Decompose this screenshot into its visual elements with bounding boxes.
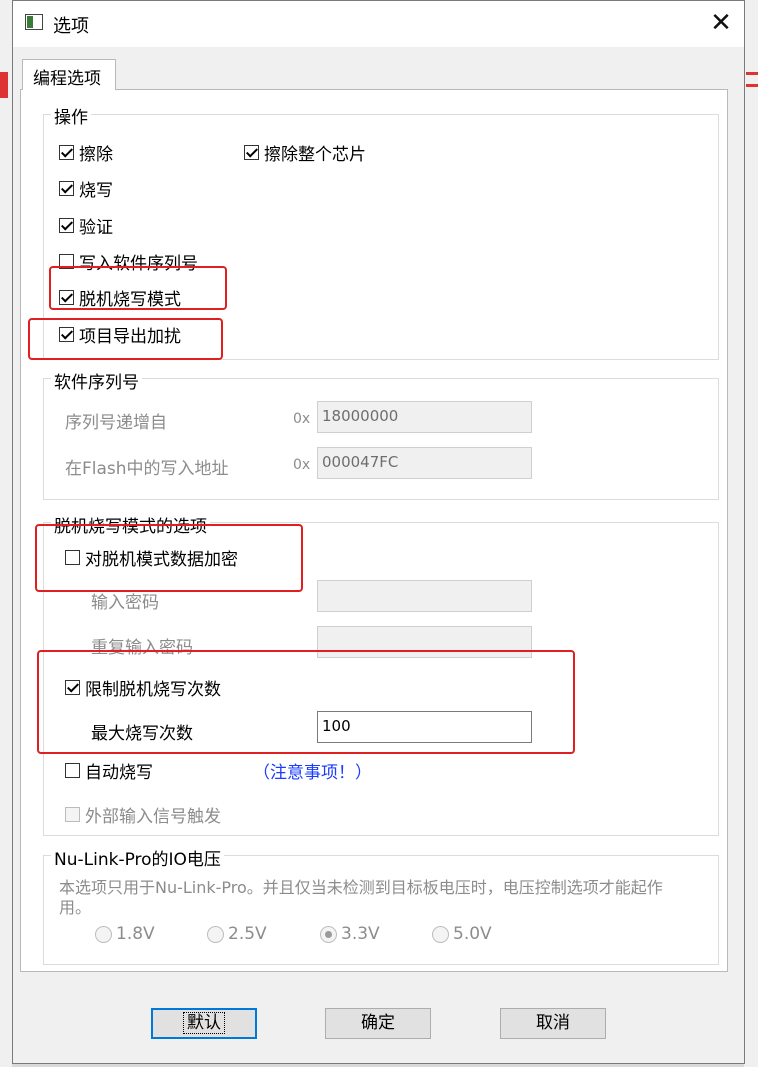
options-dialog: 选项 ✕ 编程选项 操作 擦除 擦除整个芯片 烧写 验证 写入软件序列号 脱机烧… [12,0,745,1064]
background-accent [746,72,758,75]
voltage-legend: Nu-Link-Pro的IO电压 [51,845,224,870]
auto-program-check-box[interactable] [65,763,80,778]
program-checkbox[interactable]: 烧写 [59,176,113,201]
radio-circle[interactable] [432,925,449,943]
voltage-description: 本选项只用于Nu-Link-Pro。并且仅当未检测到目标板电压时，电压控制选项才… [59,878,663,917]
serial-address-label: 在Flash中的写入地址 [65,459,229,479]
cancel-button[interactable]: 取消 [500,1008,606,1039]
radio-circle[interactable] [207,925,224,943]
voltage-radio-3v3[interactable]: 3.3V [320,924,380,944]
program-check-box[interactable] [59,181,74,196]
serial-increment-prefix: 0x [293,411,311,427]
highlight-offline-encrypt [35,524,303,592]
verify-checkbox[interactable]: 验证 [59,213,113,238]
background-accent [0,72,8,98]
erase-checkbox[interactable]: 擦除 [59,140,113,165]
voltage-radio-2v5[interactable]: 2.5V [207,924,267,944]
voltage-radio-1v8[interactable]: 1.8V [95,924,155,944]
title-bar: 选项 ✕ [13,1,744,47]
tab-panel: 操作 擦除 擦除整个芯片 烧写 验证 写入软件序列号 脱机烧写模式 项目导出加扰 [20,89,728,972]
highlight-limit-count [37,650,575,754]
default-button[interactable]: 默认 [151,1008,257,1039]
serial-increment-label: 序列号递增自 [65,413,167,433]
window-title: 选项 [53,16,89,37]
erase-check-box[interactable] [59,145,74,160]
voltage-radio-5v0[interactable]: 5.0V [432,924,492,944]
close-icon: ✕ [710,8,732,38]
radio-circle-selected[interactable] [320,925,337,943]
background-accent [746,84,758,87]
serial-group [43,378,719,500]
serial-increment-input[interactable]: 18000000 [317,401,532,433]
app-icon [25,14,43,30]
highlight-offline-mode [49,266,227,310]
close-button[interactable]: ✕ [698,1,744,47]
serial-address-input[interactable]: 000047FC [317,447,532,479]
highlight-project-export [28,318,223,360]
operations-legend: 操作 [51,103,91,128]
serial-legend: 软件序列号 [51,368,142,393]
external-trigger-checkbox[interactable]: 外部输入信号触发 [65,802,221,827]
background-app-left [0,0,12,1067]
password-input[interactable] [317,580,532,612]
notes-link[interactable]: （注意事项！） [253,758,372,783]
auto-program-checkbox[interactable]: 自动烧写 [65,758,153,783]
external-trigger-check-box[interactable] [65,807,80,822]
erase-chip-check-box[interactable] [244,145,259,160]
background-app-right [744,0,758,1067]
ok-button[interactable]: 确定 [325,1008,431,1039]
serial-address-prefix: 0x [293,457,311,473]
verify-check-box[interactable] [59,218,74,233]
erase-chip-checkbox[interactable]: 擦除整个芯片 [244,140,366,165]
tab-programming-options[interactable]: 编程选项 [22,59,116,90]
radio-circle[interactable] [95,925,112,943]
